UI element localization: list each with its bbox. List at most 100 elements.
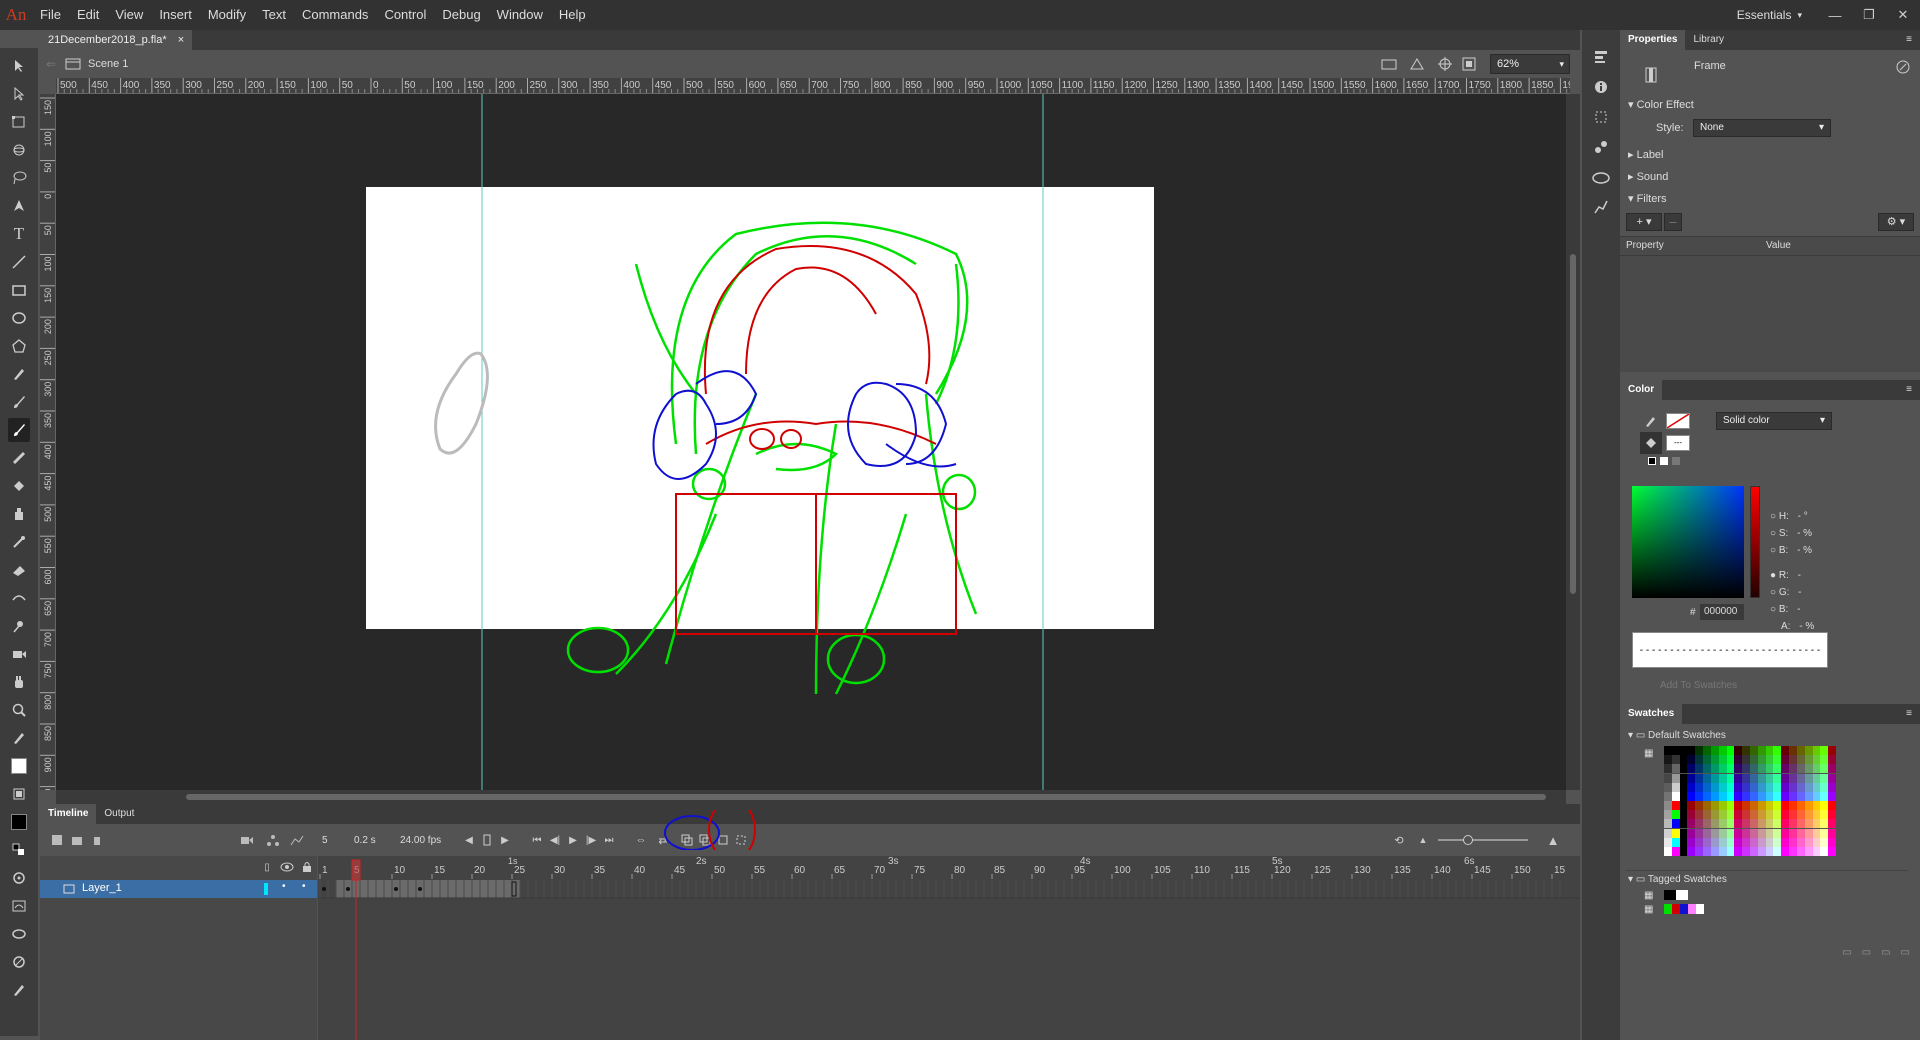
- swatch-cell[interactable]: [1695, 846, 1704, 856]
- swatch-cell[interactable]: [1742, 791, 1750, 801]
- swatch-cell[interactable]: [1710, 846, 1719, 856]
- swatch-cell[interactable]: [1687, 810, 1696, 820]
- swatch-cell[interactable]: [1671, 846, 1680, 856]
- swatch-cell[interactable]: [1726, 828, 1735, 838]
- swatch-cell[interactable]: [1773, 755, 1782, 765]
- swatch-cell[interactable]: [1773, 846, 1782, 856]
- clip-canvas-icon[interactable]: [1378, 53, 1400, 75]
- swatch-cell[interactable]: [1726, 764, 1735, 774]
- swatch-cell[interactable]: [1687, 828, 1696, 838]
- swatch-cell[interactable]: [1765, 819, 1774, 829]
- swatch-cell[interactable]: [1664, 801, 1672, 811]
- swatch-cell[interactable]: [1726, 773, 1735, 783]
- swatch-cell[interactable]: [1812, 782, 1821, 792]
- timeline-zoom-handle[interactable]: [1463, 835, 1473, 845]
- align-panel-icon[interactable]: [1590, 46, 1612, 68]
- color-type-dropdown[interactable]: Solid color: [1716, 412, 1832, 430]
- swatch-cell[interactable]: [1734, 791, 1743, 801]
- swatch-cell[interactable]: [1742, 837, 1750, 847]
- brush-size-icon[interactable]: [8, 978, 30, 1002]
- layer-visible-dot[interactable]: •: [282, 881, 286, 892]
- swatch-cell[interactable]: [1757, 819, 1766, 829]
- swatch-cell[interactable]: [1828, 828, 1836, 838]
- swatch-cell[interactable]: [1687, 746, 1696, 756]
- swatch-cell[interactable]: [1687, 782, 1696, 792]
- swatch-cell[interactable]: [1718, 773, 1727, 783]
- swatch-cell[interactable]: [1703, 773, 1711, 783]
- swatch-cell[interactable]: [1820, 810, 1829, 820]
- eye-icon[interactable]: [276, 856, 298, 878]
- swatch-cell[interactable]: [1812, 791, 1821, 801]
- swatch-cell[interactable]: [1734, 746, 1743, 756]
- color-panel-menu-icon[interactable]: ≡: [1898, 380, 1920, 400]
- swatch-cell[interactable]: [1765, 801, 1774, 811]
- paint-bucket-tool-icon[interactable]: [8, 474, 30, 498]
- swatch-cell[interactable]: [1687, 773, 1696, 783]
- swatch-cell[interactable]: [1679, 746, 1688, 756]
- swatch-cell[interactable]: [1820, 846, 1829, 856]
- swatch-cell[interactable]: [1679, 755, 1688, 765]
- duplicate-swatch-icon[interactable]: ▭: [1881, 947, 1890, 958]
- swatch-cell[interactable]: [1742, 773, 1750, 783]
- swatch-cell[interactable]: [1734, 846, 1743, 856]
- go-to-last-frame-icon[interactable]: ⏭: [598, 829, 620, 851]
- color-effect-section[interactable]: ▾ Color Effect: [1620, 94, 1920, 116]
- swatch-cell[interactable]: [1765, 828, 1774, 838]
- lasso-tool-icon[interactable]: [8, 166, 30, 190]
- swatch-cell[interactable]: [1828, 810, 1836, 820]
- swatch-cell[interactable]: [1804, 773, 1813, 783]
- rectangle-tool-icon[interactable]: [8, 278, 30, 302]
- swatch-cell[interactable]: [1804, 837, 1813, 847]
- swatch-cell[interactable]: [1804, 782, 1813, 792]
- swatch-cell[interactable]: [1773, 828, 1782, 838]
- swatch-cell[interactable]: [1804, 801, 1813, 811]
- swatch-cell[interactable]: [1812, 819, 1821, 829]
- swatch-cell[interactable]: [1781, 810, 1790, 820]
- default-swatches-group[interactable]: ▾ ▭ Default Swatches: [1628, 730, 1726, 741]
- vertical-scrollbar[interactable]: [1566, 94, 1580, 790]
- swatch-cell[interactable]: [1671, 746, 1680, 756]
- tab-output[interactable]: Output: [96, 804, 142, 824]
- swatch-cell[interactable]: [1742, 810, 1750, 820]
- swatch-cell[interactable]: [1757, 801, 1766, 811]
- swatch-cell[interactable]: [1828, 837, 1836, 847]
- swatch-cell[interactable]: [1695, 828, 1704, 838]
- swatch-cell[interactable]: [1781, 791, 1790, 801]
- swatch-cell[interactable]: [1710, 801, 1719, 811]
- info-panel-icon[interactable]: [1590, 76, 1612, 98]
- stroke-pencil-icon[interactable]: [1640, 410, 1662, 432]
- brush-tool-icon[interactable]: [8, 418, 30, 442]
- swatch-cell[interactable]: [1718, 782, 1727, 792]
- brush-mode-icon[interactable]: [8, 950, 30, 974]
- object-drawing-icon[interactable]: [8, 782, 30, 806]
- swatch-cell[interactable]: [1796, 791, 1805, 801]
- close-button[interactable]: ✕: [1886, 0, 1920, 30]
- delete-swatch-icon[interactable]: ▭: [1901, 947, 1910, 958]
- swatch-cell[interactable]: [1679, 791, 1688, 801]
- swatch-cell[interactable]: [1796, 764, 1805, 774]
- workspace-switcher[interactable]: Essentials ▾: [1737, 0, 1802, 30]
- swatch-cell[interactable]: [1781, 773, 1790, 783]
- swatch-cell[interactable]: [1765, 846, 1774, 856]
- swatch-cell[interactable]: [1828, 782, 1836, 792]
- no-color-icon[interactable]: [1660, 457, 1668, 465]
- swatch-cell[interactable]: [1750, 791, 1758, 801]
- zoom-out-timeline-icon[interactable]: ▲: [1412, 829, 1434, 851]
- swatch-cell[interactable]: [1828, 819, 1836, 829]
- components-panel-icon[interactable]: [1590, 136, 1612, 158]
- swatch-cell[interactable]: [1828, 791, 1836, 801]
- swatch-cell[interactable]: [1734, 828, 1743, 838]
- loop-icon[interactable]: ⇔: [630, 829, 652, 851]
- swatch-cell[interactable]: [1757, 773, 1766, 783]
- swatch-cell[interactable]: [1789, 764, 1797, 774]
- b-row[interactable]: ○ B: - %: [1770, 542, 1814, 559]
- swatch-cell[interactable]: [1757, 791, 1766, 801]
- swatch-cell[interactable]: [1664, 810, 1672, 820]
- layer-color-tag[interactable]: [264, 883, 268, 895]
- oval-tool-icon[interactable]: [8, 306, 30, 330]
- swatch-cell[interactable]: [1765, 810, 1774, 820]
- swatch-cell[interactable]: [1679, 828, 1688, 838]
- swatch-cell[interactable]: [1710, 782, 1719, 792]
- graph-icon[interactable]: [286, 829, 308, 851]
- swatch-cell[interactable]: [1781, 801, 1790, 811]
